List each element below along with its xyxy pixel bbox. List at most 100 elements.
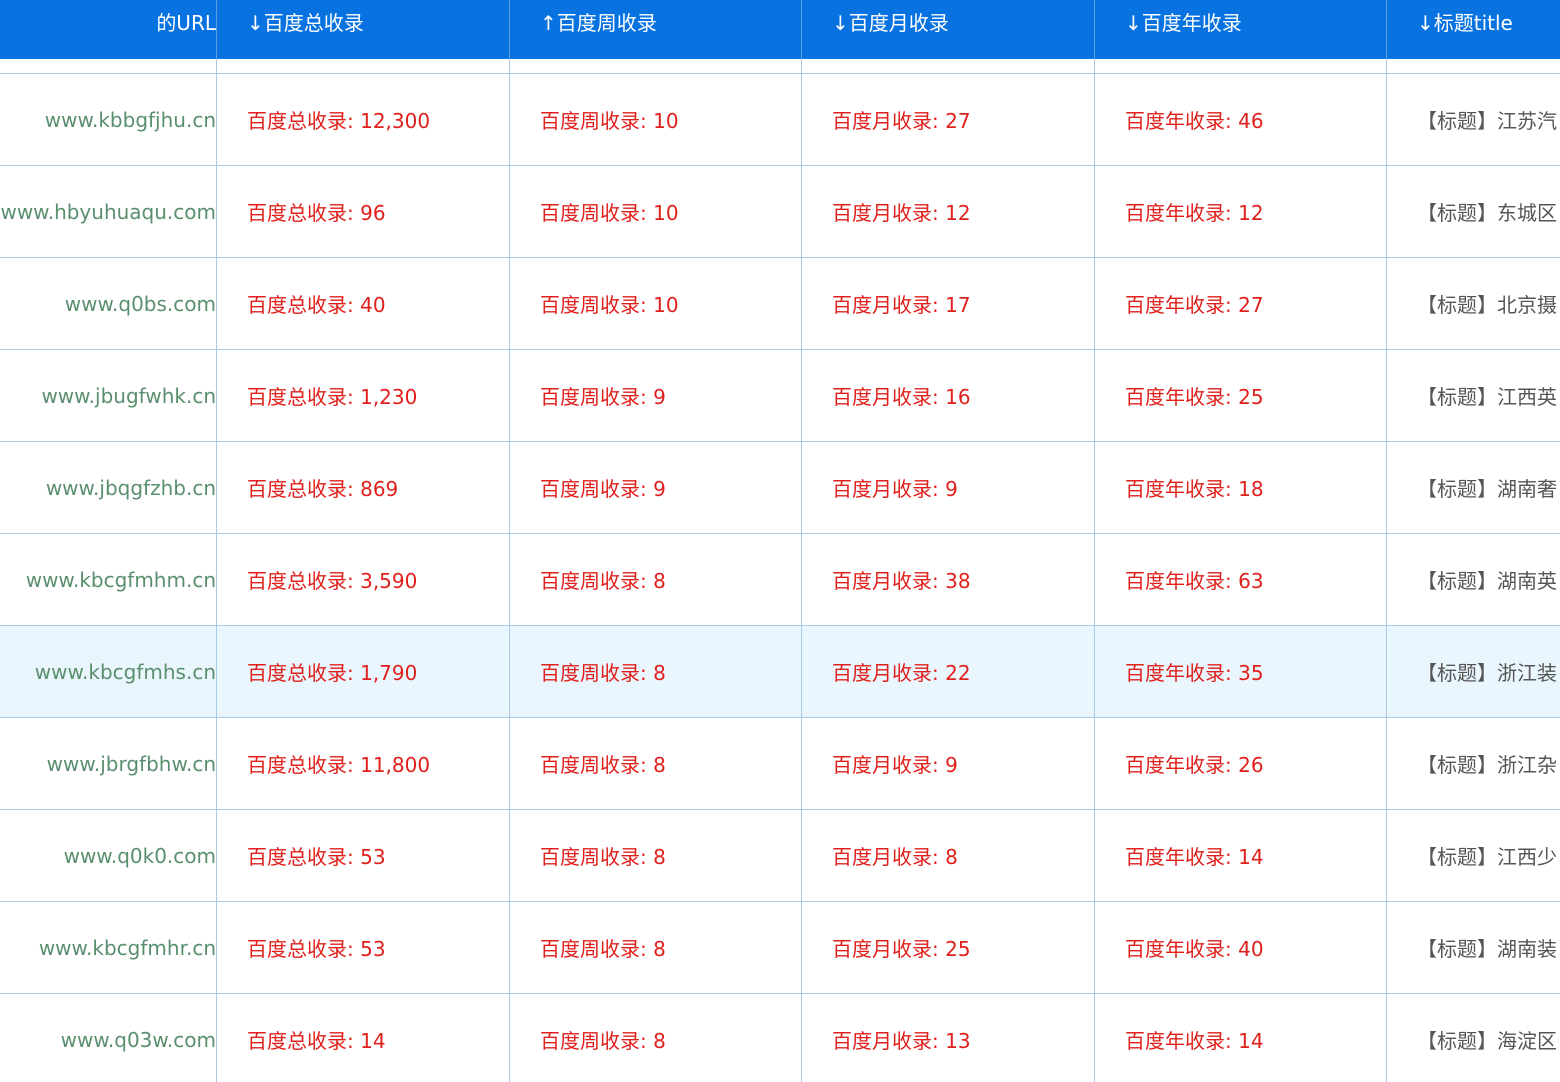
page-title-text: 【标题】浙江装 (1386, 625, 1560, 718)
monthly-index-count: 百度月收录: 17 (801, 257, 1095, 350)
monthly-index-count: 百度月收录: 9 (801, 441, 1095, 534)
table-row: www.hbyuhuaqu.com 百度总收录: 96 百度周收录: 10 百度… (0, 165, 1560, 258)
site-url-text[interactable]: www.q0k0.com (64, 844, 216, 868)
site-url-link[interactable]: www.jbugfwhk.cn (0, 349, 217, 442)
page-title-text: 【标题】湖南奢 (1386, 441, 1560, 534)
total-index-count: 百度总收录: 12,300 (216, 73, 510, 166)
yearly-index-count: 百度年收录: 46 (1094, 73, 1387, 166)
yearly-index-count: 百度年收录: 12 (1094, 165, 1387, 258)
table-row: www.jbqgfzhb.cn 百度总收录: 869 百度周收录: 9 百度月收… (0, 441, 1560, 534)
spacer-cell (0, 59, 217, 74)
page-title-text: 【标题】江西少 (1386, 809, 1560, 902)
monthly-index-count: 百度月收录: 8 (801, 809, 1095, 902)
weekly-index-count: 百度周收录: 10 (509, 73, 802, 166)
column-header-yearly-index-sort[interactable]: ↓百度年收录 (1094, 0, 1387, 59)
page-title-text: 【标题】湖南英 (1386, 533, 1560, 626)
total-index-count: 百度总收录: 869 (216, 441, 510, 534)
table-row: www.kbcgfmhr.cn 百度总收录: 53 百度周收录: 8 百度月收录… (0, 901, 1560, 994)
site-url-text[interactable]: www.kbcgfmhr.cn (39, 936, 216, 960)
column-header-weekly-index-sort[interactable]: ↑百度周收录 (509, 0, 802, 59)
yearly-index-count: 百度年收录: 40 (1094, 901, 1387, 994)
monthly-index-count: 百度月收录: 25 (801, 901, 1095, 994)
monthly-index-count: 百度月收录: 12 (801, 165, 1095, 258)
total-index-count: 百度总收录: 1,790 (216, 625, 510, 718)
total-index-count: 百度总收录: 96 (216, 165, 510, 258)
site-url-link[interactable]: www.jbrgfbhw.cn (0, 717, 217, 810)
page-title-text: 【标题】东城区 (1386, 165, 1560, 258)
monthly-index-count: 百度月收录: 9 (801, 717, 1095, 810)
page-title-text: 【标题】江苏汽 (1386, 73, 1560, 166)
yearly-index-count: 百度年收录: 27 (1094, 257, 1387, 350)
weekly-index-count: 百度周收录: 10 (509, 257, 802, 350)
total-index-count: 百度总收录: 11,800 (216, 717, 510, 810)
column-header-title-sort[interactable]: ↓标题title (1386, 0, 1560, 59)
site-url-text[interactable]: www.kbbgfjhu.cn (45, 108, 216, 132)
page-title-text: 【标题】江西英 (1386, 349, 1560, 442)
yearly-index-count: 百度年收录: 14 (1094, 993, 1387, 1082)
column-header-total-index-sort[interactable]: ↓百度总收录 (216, 0, 510, 59)
table-body: www.kbbgfjhu.cn 百度总收录: 12,300 百度周收录: 10 … (0, 73, 1560, 1082)
site-url-link[interactable]: www.kbbgfjhu.cn (0, 73, 217, 166)
weekly-index-count: 百度周收录: 8 (509, 717, 802, 810)
site-url-link[interactable]: www.q0bs.com (0, 257, 217, 350)
site-url-link[interactable]: www.q0k0.com (0, 809, 217, 902)
site-url-text[interactable]: www.hbyuhuaqu.com (0, 200, 216, 224)
total-index-count: 百度总收录: 53 (216, 809, 510, 902)
site-url-link[interactable]: www.kbcgfmhm.cn (0, 533, 217, 626)
yearly-index-count: 百度年收录: 25 (1094, 349, 1387, 442)
total-index-count: 百度总收录: 40 (216, 257, 510, 350)
weekly-index-count: 百度周收录: 8 (509, 533, 802, 626)
yearly-index-count: 百度年收录: 14 (1094, 809, 1387, 902)
yearly-index-count: 百度年收录: 63 (1094, 533, 1387, 626)
site-url-link[interactable]: www.q03w.com (0, 993, 217, 1082)
table-row: www.q0k0.com 百度总收录: 53 百度周收录: 8 百度月收录: 8… (0, 809, 1560, 902)
weekly-index-count: 百度周收录: 9 (509, 441, 802, 534)
spacer-cell (801, 59, 1095, 74)
weekly-index-count: 百度周收录: 9 (509, 349, 802, 442)
page-title-text: 【标题】湖南装 (1386, 901, 1560, 994)
table-row: www.q0bs.com 百度总收录: 40 百度周收录: 10 百度月收录: … (0, 257, 1560, 350)
monthly-index-count: 百度月收录: 27 (801, 73, 1095, 166)
spacer-cell (216, 59, 510, 74)
spacer-cell (1094, 59, 1387, 74)
yearly-index-count: 百度年收录: 26 (1094, 717, 1387, 810)
site-url-link[interactable]: www.kbcgfmhr.cn (0, 901, 217, 994)
weekly-index-count: 百度周收录: 8 (509, 809, 802, 902)
spacer-cell (509, 59, 802, 74)
table-row: www.kbcgfmhm.cn 百度总收录: 3,590 百度周收录: 8 百度… (0, 533, 1560, 626)
site-url-text[interactable]: www.kbcgfmhm.cn (26, 568, 216, 592)
site-url-text[interactable]: www.q0bs.com (65, 292, 216, 316)
spacer-cell (1386, 59, 1560, 74)
site-url-link[interactable]: www.hbyuhuaqu.com (0, 165, 217, 258)
site-url-link[interactable]: www.kbcgfmhs.cn (0, 625, 217, 718)
site-url-text[interactable]: www.jbqgfzhb.cn (46, 476, 216, 500)
weekly-index-count: 百度周收录: 8 (509, 625, 802, 718)
monthly-index-count: 百度月收录: 38 (801, 533, 1095, 626)
total-index-count: 百度总收录: 53 (216, 901, 510, 994)
monthly-index-count: 百度月收录: 22 (801, 625, 1095, 718)
weekly-index-count: 百度周收录: 10 (509, 165, 802, 258)
table-row: www.kbbgfjhu.cn 百度总收录: 12,300 百度周收录: 10 … (0, 73, 1560, 166)
monthly-index-count: 百度月收录: 16 (801, 349, 1095, 442)
table-row: www.jbugfwhk.cn 百度总收录: 1,230 百度周收录: 9 百度… (0, 349, 1560, 442)
monthly-index-count: 百度月收录: 13 (801, 993, 1095, 1082)
site-index-table: 的URL ↓百度总收录 ↑百度周收录 ↓百度月收录 ↓百度年收录 ↓标题titl… (0, 0, 1560, 1082)
site-url-text[interactable]: www.jbugfwhk.cn (41, 384, 216, 408)
total-index-count: 百度总收录: 3,590 (216, 533, 510, 626)
page-title-text: 【标题】海淀区 (1386, 993, 1560, 1082)
yearly-index-count: 百度年收录: 35 (1094, 625, 1387, 718)
results-table-viewport: 的URL ↓百度总收录 ↑百度周收录 ↓百度月收录 ↓百度年收录 ↓标题titl… (0, 0, 1560, 1082)
site-url-text[interactable]: www.q03w.com (61, 1028, 216, 1052)
column-header-url[interactable]: 的URL (0, 0, 217, 59)
yearly-index-count: 百度年收录: 18 (1094, 441, 1387, 534)
weekly-index-count: 百度周收录: 8 (509, 993, 802, 1082)
table-row: www.kbcgfmhs.cn 百度总收录: 1,790 百度周收录: 8 百度… (0, 625, 1560, 718)
site-url-text[interactable]: www.kbcgfmhs.cn (35, 660, 216, 684)
total-index-count: 百度总收录: 1,230 (216, 349, 510, 442)
header-spacer (0, 59, 1560, 74)
weekly-index-count: 百度周收录: 8 (509, 901, 802, 994)
site-url-link[interactable]: www.jbqgfzhb.cn (0, 441, 217, 534)
total-index-count: 百度总收录: 14 (216, 993, 510, 1082)
site-url-text[interactable]: www.jbrgfbhw.cn (47, 752, 216, 776)
column-header-monthly-index-sort[interactable]: ↓百度月收录 (801, 0, 1095, 59)
